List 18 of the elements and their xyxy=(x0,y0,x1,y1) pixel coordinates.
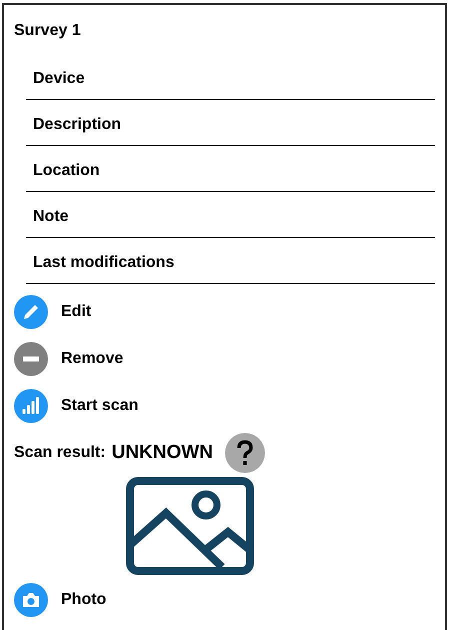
scan-result-value: UNKNOWN xyxy=(112,440,213,465)
action-button[interactable]: Edit xyxy=(14,295,435,329)
field-row[interactable]: Note xyxy=(26,192,435,238)
pencil-icon xyxy=(14,295,48,329)
action-button[interactable]: Start scan xyxy=(14,389,435,423)
field-row[interactable]: Location xyxy=(26,146,435,192)
camera-icon xyxy=(14,583,48,617)
survey-title: Survey 1 xyxy=(14,21,82,41)
question-icon xyxy=(224,433,265,473)
minus-icon xyxy=(14,342,48,376)
action-button[interactable]: Photo xyxy=(14,583,106,617)
signal-bars-icon xyxy=(14,389,48,423)
field-row[interactable]: Description xyxy=(26,100,435,146)
field-row[interactable]: Device xyxy=(26,54,435,100)
field-row[interactable]: Last modifications xyxy=(26,238,435,284)
image-icon xyxy=(126,477,254,575)
action-button[interactable]: Remove xyxy=(14,342,435,376)
scan-result-label: Scan result: xyxy=(14,443,106,463)
